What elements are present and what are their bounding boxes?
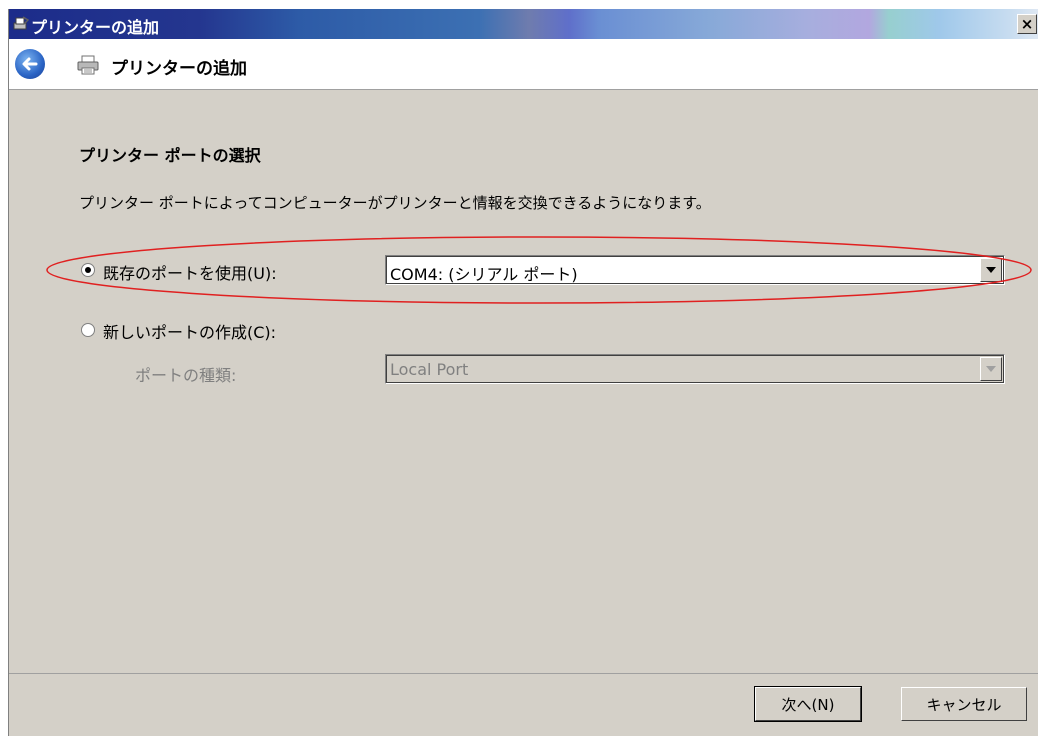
port-type-dropdown: Local Port xyxy=(385,354,1005,384)
title-bar[interactable]: プリンターの追加 × xyxy=(9,9,1038,39)
wizard-footer: 次へ(N) キャンセル xyxy=(9,674,1038,736)
existing-port-dropdown[interactable]: COM4: (シリアル ポート) xyxy=(385,255,1005,285)
use-existing-port-radio[interactable] xyxy=(81,263,95,277)
back-button[interactable] xyxy=(15,49,45,79)
window-title: プリンターの追加 xyxy=(31,18,160,37)
create-new-port-label[interactable]: 新しいポートの作成(C): xyxy=(103,319,276,343)
cancel-button-label: キャンセル xyxy=(926,695,1002,714)
page-heading: プリンター ポートの選択 xyxy=(79,146,261,165)
wizard-content: プリンター ポートの選択 プリンター ポートによってコンピューターがプリンターと… xyxy=(9,89,1038,674)
radio-selected-dot xyxy=(85,267,91,273)
cancel-button[interactable]: キャンセル xyxy=(901,687,1027,721)
dropdown-arrow-icon[interactable] xyxy=(980,258,1002,282)
port-type-value: Local Port xyxy=(390,360,469,379)
wizard-nav-bar: プリンターの追加 xyxy=(9,39,1038,89)
next-button[interactable]: 次へ(N) xyxy=(754,686,862,722)
create-new-port-radio[interactable] xyxy=(81,323,95,337)
dropdown-arrow-icon xyxy=(980,357,1002,381)
wizard-title: プリンターの追加 xyxy=(111,59,247,79)
close-button[interactable]: × xyxy=(1017,14,1037,34)
port-type-label: ポートの種類: xyxy=(135,366,237,385)
add-printer-window: プリンターの追加 × プリンターの追加 プリンター ポートの選択 プリンター ポ… xyxy=(8,9,1038,736)
page-description: プリンター ポートによってコンピューターがプリンターと情報を交換できるようになり… xyxy=(79,194,711,212)
printer-icon xyxy=(13,16,29,30)
close-icon: × xyxy=(1020,15,1034,33)
next-button-label: 次へ(N) xyxy=(781,695,835,714)
back-arrow-icon xyxy=(22,57,38,71)
use-existing-port-label[interactable]: 既存のポートを使用(U): xyxy=(103,260,277,284)
existing-port-value: COM4: (シリアル ポート) xyxy=(390,265,578,284)
printer-icon xyxy=(77,55,99,75)
